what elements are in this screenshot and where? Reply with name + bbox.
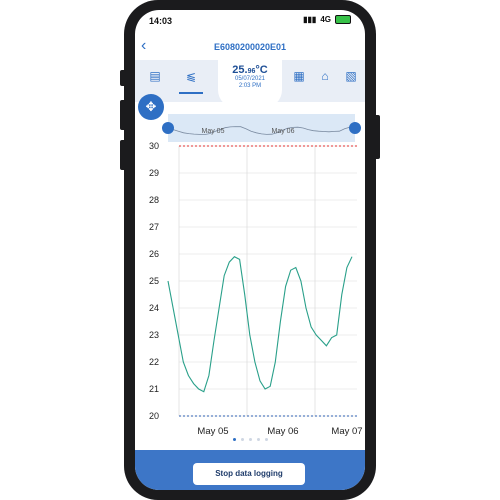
page-dot[interactable] xyxy=(233,438,236,441)
stop-logging-button[interactable]: Stop data logging xyxy=(193,463,305,485)
y-tick-label: 20 xyxy=(149,411,159,421)
battery-charging-icon xyxy=(335,15,351,24)
y-tick-label: 21 xyxy=(149,384,159,394)
navigator-band xyxy=(168,114,355,142)
status-bar: 14:03 ▮▮▮ 4G xyxy=(135,10,365,32)
y-tick-label: 26 xyxy=(149,249,159,259)
nav-bar: ‹ E6080200020E01 xyxy=(135,36,365,58)
calendar-icon[interactable]: ▦ xyxy=(291,68,307,84)
app-screen: 14:03 ▮▮▮ 4G ‹ E6080200020E01 ▤ ⫹ ▦ ⌂ ▧ … xyxy=(135,10,365,490)
navigator-handle-right xyxy=(349,122,361,134)
volume-up-button xyxy=(120,100,126,130)
status-indicators: ▮▮▮ 4G xyxy=(303,15,351,24)
temp-main: 25. xyxy=(232,64,248,76)
status-time: 14:03 xyxy=(149,16,173,26)
page-dot[interactable] xyxy=(241,438,244,441)
page-dot[interactable] xyxy=(249,438,252,441)
signal-bars-icon: ▮▮▮ xyxy=(303,15,317,24)
navigator-handle-left xyxy=(162,122,174,134)
temp-unit: °C xyxy=(255,64,268,76)
clipboard-icon[interactable]: ▤ xyxy=(147,68,163,84)
navigator-label: May 05 xyxy=(202,128,225,135)
page-dot[interactable] xyxy=(257,438,260,441)
temperature-series-line xyxy=(167,256,353,393)
page-indicator xyxy=(233,438,268,441)
page-dot[interactable] xyxy=(265,438,268,441)
y-tick-label: 25 xyxy=(149,276,159,286)
current-reading: 25.96°C 05/07/2021 2:03 PM xyxy=(218,58,282,108)
y-tick-label: 29 xyxy=(149,168,159,178)
temperature-value: 25.96°C xyxy=(218,64,282,76)
document-icon[interactable]: ▧ xyxy=(343,68,359,84)
x-tick-label: May 06 xyxy=(267,426,298,437)
navigator-label: May 06 xyxy=(272,128,295,135)
x-tick-label: May 05 xyxy=(197,426,228,437)
reading-date: 05/07/2021 xyxy=(234,76,266,82)
temperature-chart[interactable]: May 05 May 06 20 21 22 23 24 25 26 27 28 29 30 May 05… xyxy=(135,106,365,446)
map-icon[interactable]: ⌂ xyxy=(317,68,333,84)
volume-down-button xyxy=(120,140,126,170)
device-id-title: E6080200020E01 xyxy=(213,42,287,52)
y-tick-label: 30 xyxy=(149,141,159,151)
y-tick-label: 27 xyxy=(149,222,159,232)
mute-switch xyxy=(120,70,126,86)
y-tick-label: 28 xyxy=(149,195,159,205)
y-tick-label: 22 xyxy=(149,357,159,367)
y-tick-label: 24 xyxy=(149,303,159,313)
chart-icon[interactable]: ⫹ xyxy=(179,68,203,94)
x-tick-label: May 07 xyxy=(331,426,362,437)
y-tick-label: 23 xyxy=(149,330,159,340)
reading-time: 2:03 PM xyxy=(238,83,262,89)
network-label: 4G xyxy=(320,15,331,24)
power-button xyxy=(374,115,380,159)
